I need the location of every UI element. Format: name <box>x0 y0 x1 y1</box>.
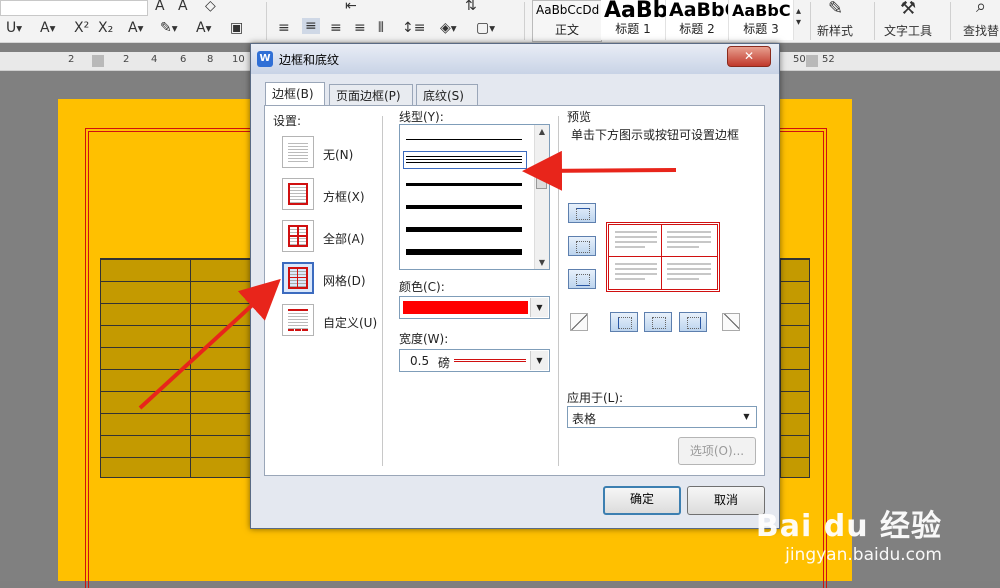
annotation-arrows <box>138 150 677 410</box>
arrow-to-grid-setting <box>138 278 281 410</box>
watermark-url: jingyan.baidu.com <box>785 545 942 565</box>
baidu-watermark: Bai du 经验 jingyan.baidu.com <box>756 501 942 565</box>
arrow-to-line-style <box>522 150 677 191</box>
watermark-title: Bai du 经验 <box>755 509 942 544</box>
